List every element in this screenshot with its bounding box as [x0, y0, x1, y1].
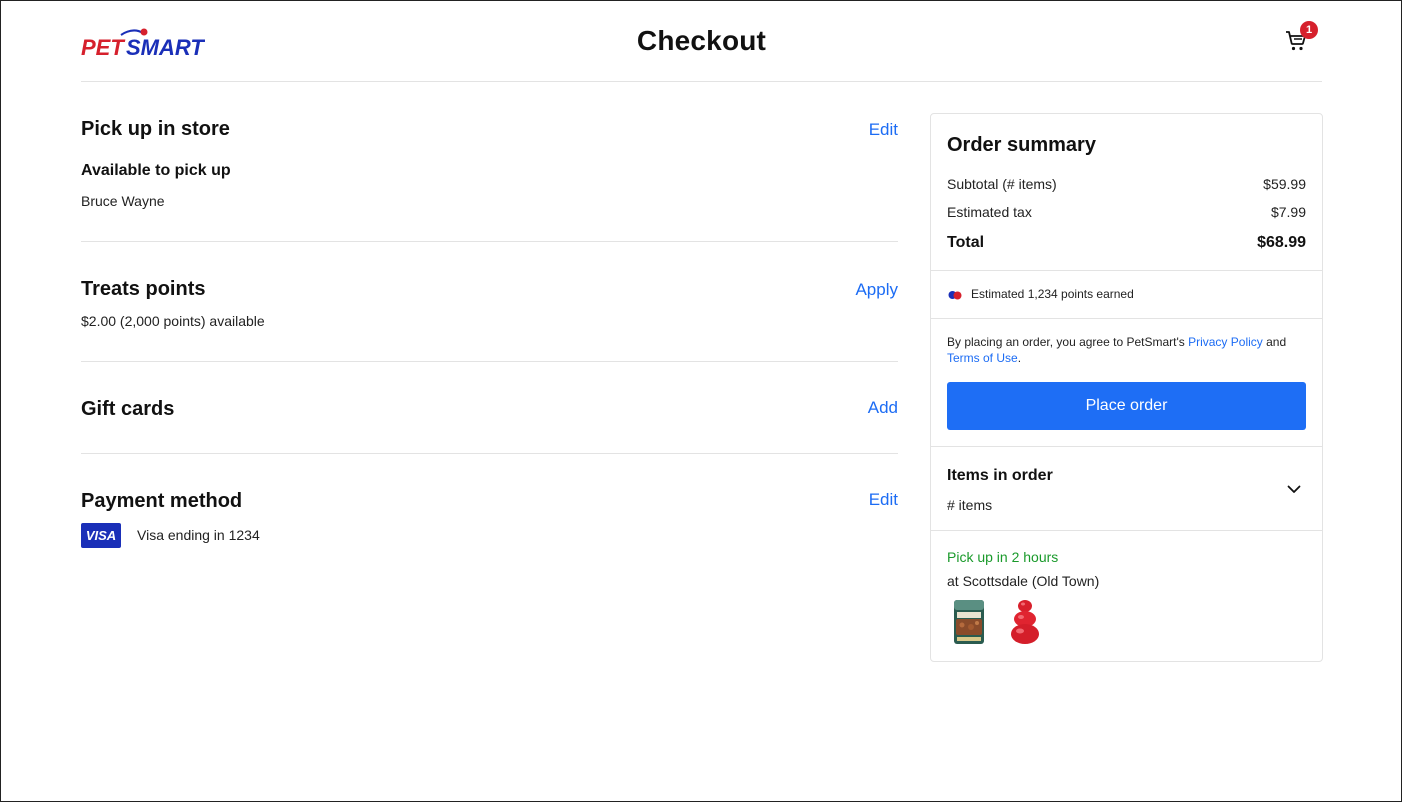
- points-earned-text: Estimated 1,234 points earned: [971, 287, 1134, 301]
- tax-label: Estimated tax: [947, 204, 1032, 220]
- treats-available: $2.00 (2,000 points) available: [81, 313, 265, 329]
- items-in-order-toggle[interactable]: Items in order # items: [931, 447, 1322, 531]
- place-order-button[interactable]: Place order: [947, 382, 1306, 430]
- payment-edit-link[interactable]: Edit: [869, 490, 898, 510]
- terms-suffix: .: [1017, 351, 1022, 365]
- checkout-sections: Pick up in store Edit Available to pick …: [81, 82, 898, 574]
- treats-points-icon: [948, 291, 962, 300]
- items-in-order-title: Items in order: [947, 467, 1053, 484]
- terms-prefix: By placing an order, you agree to PetSma…: [947, 335, 1189, 349]
- points-earned: Estimated 1,234 points earned: [931, 271, 1322, 319]
- subtotal-row: Subtotal (# items) $59.99: [947, 176, 1306, 192]
- page-title: Checkout: [636, 25, 767, 56]
- payment-section: Payment method Edit VISA Visa ending in …: [81, 454, 898, 574]
- cart-count-badge: 1: [1300, 21, 1318, 39]
- pickup-edit-link[interactable]: Edit: [869, 120, 898, 140]
- pickup-person-name: Bruce Wayne: [81, 193, 165, 209]
- total-row: Total $68.99: [947, 234, 1306, 252]
- pickup-status: Available to pick up: [81, 162, 231, 179]
- terms-notice: By placing an order, you agree to PetSma…: [947, 334, 1306, 366]
- privacy-policy-link[interactable]: Privacy Policy: [1188, 335, 1263, 349]
- gift-cards-add-link[interactable]: Add: [868, 398, 898, 418]
- treats-section: Treats points Apply $2.00 (2,000 points)…: [81, 242, 898, 362]
- tax-value: $7.99: [1270, 204, 1306, 220]
- total-value: $68.99: [1257, 234, 1306, 251]
- place-order-block: By placing an order, you agree to PetSma…: [931, 319, 1322, 447]
- gift-cards-section: Gift cards Add: [81, 362, 898, 454]
- treats-title: Treats points: [81, 278, 206, 300]
- pickup-location: at Scottsdale (Old Town): [947, 573, 1100, 589]
- subtotal-label: Subtotal (# items): [947, 176, 1057, 192]
- tax-row: Estimated tax $7.99: [947, 204, 1306, 220]
- terms-of-use-link[interactable]: Terms of Use: [947, 351, 1018, 365]
- terms-mid: and: [1262, 335, 1287, 349]
- visa-card-icon: VISA: [81, 523, 121, 548]
- order-totals: Order summary Subtotal (# items) $59.99 …: [931, 114, 1322, 271]
- gift-cards-title: Gift cards: [81, 398, 175, 420]
- pickup-title: Pick up in store: [81, 118, 230, 140]
- order-summary-title: Order summary: [947, 134, 1096, 156]
- payment-card-text: Visa ending in 1234: [137, 527, 260, 543]
- page-header: PET SMART Checkout 1: [81, 1, 1322, 82]
- treats-apply-link[interactable]: Apply: [855, 280, 898, 300]
- subtotal-value: $59.99: [1263, 176, 1306, 192]
- total-label: Total: [947, 234, 985, 251]
- cart-button[interactable]: 1: [1284, 21, 1318, 55]
- payment-title: Payment method: [81, 490, 243, 512]
- treat-bag-product-image[interactable]: [947, 597, 991, 647]
- pickup-time: Pick up in 2 hours: [947, 549, 1059, 565]
- order-summary-panel: Order summary Subtotal (# items) $59.99 …: [930, 113, 1323, 662]
- pickup-details: Pick up in 2 hours at Scottsdale (Old To…: [931, 531, 1322, 661]
- kong-toy-product-image[interactable]: [1003, 597, 1047, 647]
- items-count: # items: [947, 497, 993, 513]
- pickup-section: Pick up in store Edit Available to pick …: [81, 82, 898, 242]
- chevron-down-icon[interactable]: [1286, 481, 1302, 497]
